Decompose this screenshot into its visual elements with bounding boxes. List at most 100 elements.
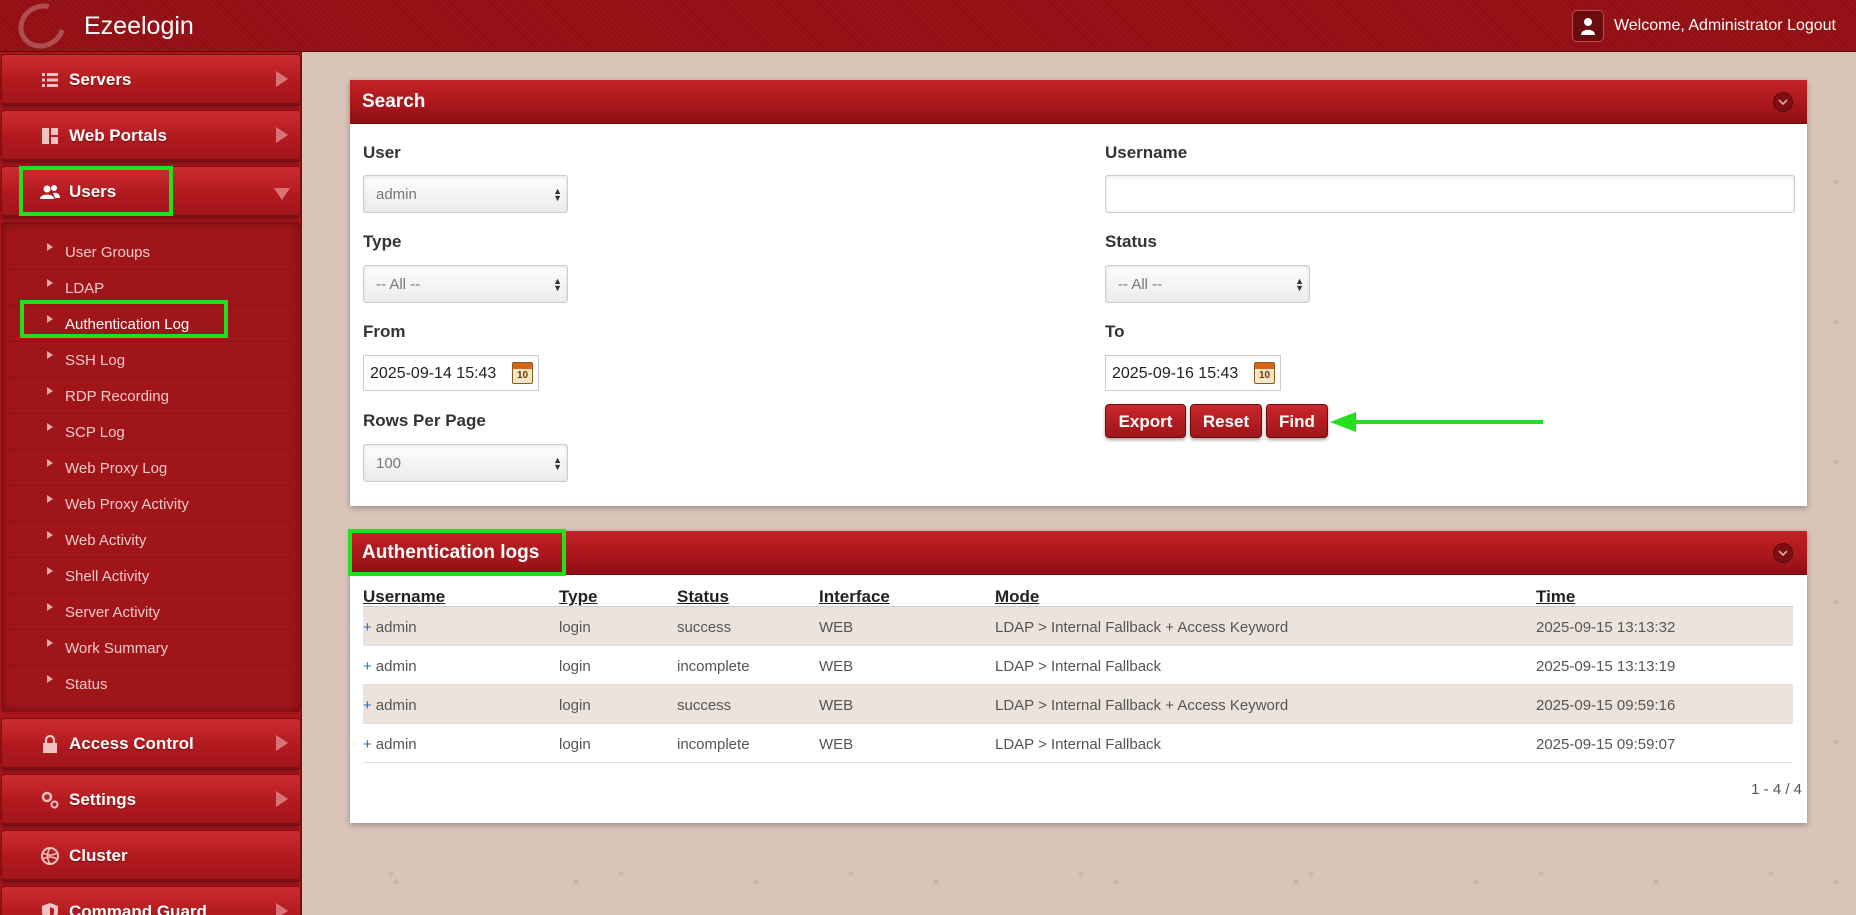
submenu-item-work-summary[interactable]: Work Summary xyxy=(9,630,293,666)
logs-panel-header: Authentication logs xyxy=(350,531,1807,575)
table-row[interactable]: + admin login incomplete WEB LDAP > Inter… xyxy=(363,724,1793,763)
submenu-label: Server Activity xyxy=(65,604,161,621)
submenu-item-server-activity[interactable]: Server Activity xyxy=(9,594,293,630)
column-time[interactable]: Time xyxy=(1536,587,1575,607)
users-submenu: User Groups LDAP Authentication Log SSH … xyxy=(1,222,301,712)
nav-users[interactable]: Users xyxy=(1,166,301,216)
column-type[interactable]: Type xyxy=(559,587,597,607)
user-area: Welcome, Administrator Logout xyxy=(1571,10,1836,42)
sidebar: Servers Web Portals Users User Groups LD… xyxy=(0,52,302,915)
submenu-label: Work Summary xyxy=(65,640,169,657)
bullet-icon xyxy=(47,675,53,683)
bullet-icon xyxy=(47,459,53,467)
column-interface[interactable]: Interface xyxy=(819,587,890,607)
status-select-value: -- All -- xyxy=(1118,276,1163,293)
expand-icon[interactable]: + xyxy=(363,619,372,636)
nav-settings[interactable]: Settings xyxy=(1,774,301,824)
rows-per-page-select[interactable]: 100 ▲ ▼ xyxy=(363,444,568,482)
submenu-item-ssh-log[interactable]: SSH Log xyxy=(9,342,293,378)
export-button[interactable]: Export xyxy=(1105,404,1186,438)
search-panel: Search User admin ▲ ▼ Username Type -- Al… xyxy=(350,80,1807,506)
chevron-down-icon[interactable] xyxy=(1773,543,1793,563)
chevron-right-icon xyxy=(276,127,288,143)
submenu-item-authentication-log[interactable]: Authentication Log xyxy=(9,306,293,342)
cell-status: incomplete xyxy=(677,658,750,675)
submenu-item-status[interactable]: Status xyxy=(9,666,293,702)
select-arrows-icon: ▲ ▼ xyxy=(553,186,562,203)
username-input[interactable] xyxy=(1105,175,1795,213)
type-select[interactable]: -- All -- ▲ ▼ xyxy=(363,265,568,303)
nav-servers[interactable]: Servers xyxy=(1,54,301,104)
pagination-info: 1 - 4 / 4 xyxy=(1751,781,1802,798)
from-date-input[interactable]: 2025-09-14 15:43 10 xyxy=(363,355,539,391)
submenu-item-web-activity[interactable]: Web Activity xyxy=(9,522,293,558)
submenu-label: LDAP xyxy=(65,280,105,297)
chevron-down-icon xyxy=(274,188,290,200)
bullet-icon xyxy=(47,279,53,287)
dashboard-icon xyxy=(42,128,58,144)
expand-icon[interactable]: + xyxy=(363,697,372,714)
table-row[interactable]: + admin login success WEB LDAP > Internal… xyxy=(363,607,1793,646)
submenu-label: Status xyxy=(65,676,108,693)
from-date-value: 2025-09-14 15:43 xyxy=(370,365,497,382)
submenu-item-shell-activity[interactable]: Shell Activity xyxy=(9,558,293,594)
bullet-icon xyxy=(47,315,53,323)
table-row[interactable]: + admin login success WEB LDAP > Internal… xyxy=(363,685,1793,724)
cell-mode: LDAP > Internal Fallback xyxy=(995,736,1162,753)
user-avatar-icon[interactable] xyxy=(1571,10,1604,42)
cell-status: success xyxy=(677,619,732,636)
calendar-icon[interactable]: 10 xyxy=(1254,362,1275,384)
logout-link[interactable]: Logout xyxy=(1787,17,1836,34)
submenu-item-web-proxy-activity[interactable]: Web Proxy Activity xyxy=(9,486,293,522)
submenu-item-rdp-recording[interactable]: RDP Recording xyxy=(9,378,293,414)
submenu-label: SCP Log xyxy=(65,424,125,441)
bullet-icon xyxy=(47,567,53,575)
authentication-logs-panel: Authentication logs Username Type Status… xyxy=(350,531,1807,823)
cell-mode: LDAP > Internal Fallback xyxy=(995,658,1162,675)
find-button[interactable]: Find xyxy=(1266,404,1328,438)
column-username[interactable]: Username xyxy=(363,587,445,607)
globe-icon xyxy=(41,847,59,865)
chevron-right-icon xyxy=(276,71,288,87)
nav-access-control[interactable]: Access Control xyxy=(1,718,301,768)
type-label: Type xyxy=(363,232,402,251)
nav-command-guard[interactable]: Command Guard xyxy=(1,886,301,915)
to-date-input[interactable]: 2025-09-16 15:43 10 xyxy=(1105,355,1281,391)
table-row[interactable]: + admin login incomplete WEB LDAP > Inter… xyxy=(363,646,1793,685)
from-label: From xyxy=(363,322,406,341)
gears-icon xyxy=(41,791,59,809)
username-text: admin xyxy=(375,697,417,714)
submenu-item-web-proxy-log[interactable]: Web Proxy Log xyxy=(9,450,293,486)
column-mode[interactable]: Mode xyxy=(995,587,1039,607)
chevron-down-icon[interactable] xyxy=(1773,92,1793,112)
nav-cluster[interactable]: Cluster xyxy=(1,830,301,880)
cell-interface: WEB xyxy=(819,736,854,753)
select-arrows-icon: ▲ ▼ xyxy=(1295,276,1304,293)
lock-icon xyxy=(43,734,57,753)
to-label: To xyxy=(1105,322,1125,341)
expand-icon[interactable]: + xyxy=(363,736,372,753)
reset-button[interactable]: Reset xyxy=(1190,404,1262,438)
user-select[interactable]: admin ▲ ▼ xyxy=(363,175,568,213)
nav-users-label: Users xyxy=(69,182,117,201)
cell-username: + admin xyxy=(363,658,417,675)
nav-web-portals[interactable]: Web Portals xyxy=(1,110,301,160)
brand-title[interactable]: Ezeelogin xyxy=(84,12,194,41)
calendar-icon[interactable]: 10 xyxy=(512,362,533,384)
cell-time: 2025-09-15 09:59:16 xyxy=(1536,697,1676,714)
nav-command-guard-label: Command Guard xyxy=(69,902,207,915)
column-status[interactable]: Status xyxy=(677,587,729,607)
expand-icon[interactable]: + xyxy=(363,658,372,675)
nav-servers-label: Servers xyxy=(69,70,132,89)
chevron-right-icon xyxy=(276,903,288,915)
cell-time: 2025-09-15 13:13:32 xyxy=(1536,619,1676,636)
submenu-label: Authentication Log xyxy=(65,316,190,333)
submenu-item-ldap[interactable]: LDAP xyxy=(9,270,293,306)
username-text: admin xyxy=(375,619,417,636)
submenu-item-scp-log[interactable]: SCP Log xyxy=(9,414,293,450)
welcome-area: Welcome, Administrator Logout xyxy=(1614,17,1836,35)
user-label: User xyxy=(363,143,401,162)
submenu-item-user-groups[interactable]: User Groups xyxy=(9,234,293,270)
submenu-label: Web Proxy Log xyxy=(65,460,168,477)
status-select[interactable]: -- All -- ▲ ▼ xyxy=(1105,265,1310,303)
